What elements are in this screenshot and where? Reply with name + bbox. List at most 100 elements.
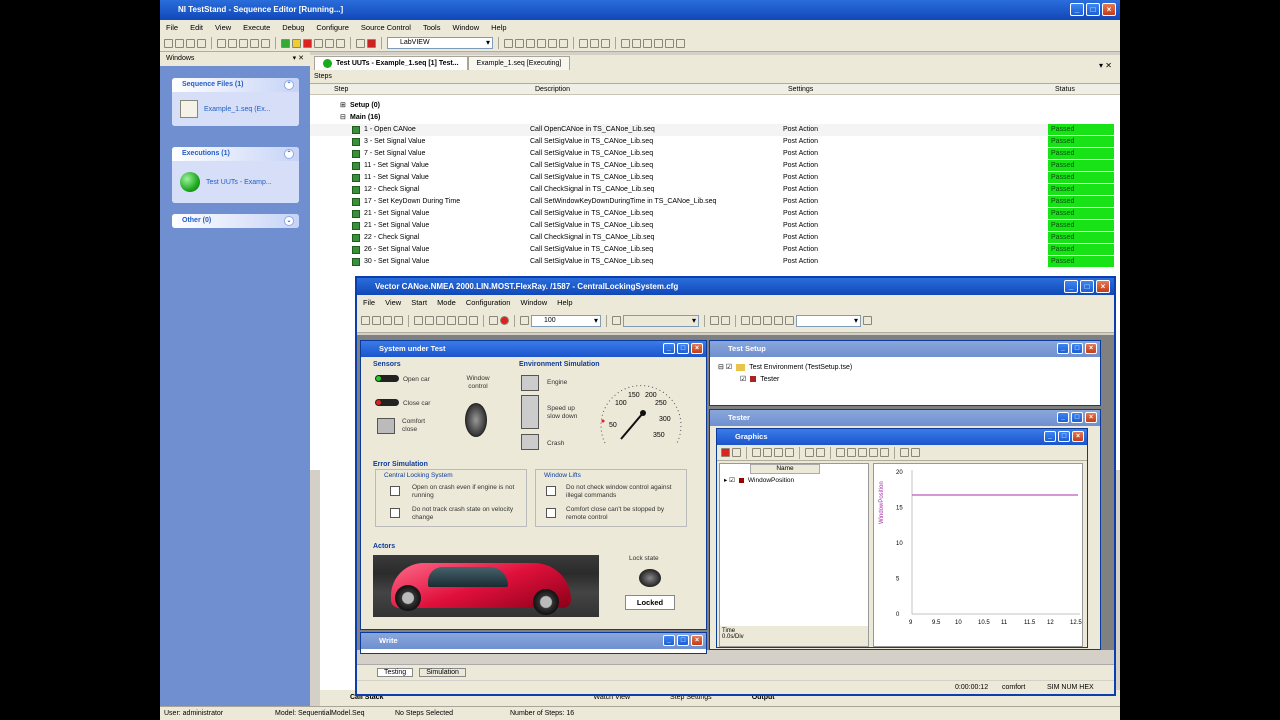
run-icon[interactable] [281,38,290,48]
save-config-icon[interactable] [383,316,392,325]
tester-node[interactable]: ☑ Tester [740,375,779,384]
fit-signal-icon[interactable] [869,448,878,457]
table-row[interactable]: 3 - Set Signal Value Call SetSigValue in … [310,136,1114,148]
engine-button[interactable] [521,375,539,391]
tab-execution[interactable]: Test UUTs - Example_1.seq [1] Test... [314,56,468,70]
open-config-icon[interactable] [372,316,381,325]
graphics-icon[interactable] [458,316,467,325]
sut-maximize-button[interactable]: □ [677,343,689,354]
sequence-file-item[interactable]: Example_1.seq (Ex... [204,106,271,113]
pause-icon[interactable] [292,38,301,48]
start-icon[interactable] [489,316,498,325]
canoe-menu-file[interactable]: File [363,298,375,307]
fit-view-icon[interactable] [880,448,889,457]
font-icon[interactable] [763,316,772,325]
save-all-icon[interactable] [197,38,206,48]
write-minimize-button[interactable]: _ [663,635,675,646]
graphics-close-button[interactable]: × [1072,431,1084,442]
help-icon[interactable] [654,38,663,48]
tester-maximize-button[interactable]: □ [1071,412,1083,423]
undo-icon[interactable] [250,38,259,48]
copy-icon[interactable] [752,316,761,325]
table-row[interactable]: 11 - Set Signal Value Call SetSigValue in… [310,172,1114,184]
stop-graphics-icon[interactable] [721,448,730,457]
test-setup-maximize-button[interactable]: □ [1071,343,1083,354]
test-setup-close-button[interactable]: × [1085,343,1097,354]
opt-crash-state-checkbox[interactable] [390,508,400,518]
step-over-icon[interactable] [325,38,334,48]
test-setup-minimize-button[interactable]: _ [1057,343,1069,354]
minimize-button[interactable]: _ [1070,3,1084,16]
write-maximize-button[interactable]: □ [677,635,689,646]
execution-item[interactable]: Test UUTs - Examp... [206,179,272,186]
search-icon[interactable] [526,38,535,48]
col-description[interactable]: Description [535,84,570,95]
back-icon[interactable] [621,38,630,48]
canoe-menu-help[interactable]: Help [557,298,572,307]
measurement-setup-icon[interactable] [425,316,434,325]
executions-header[interactable]: Executions (1) ⌃ [172,147,299,161]
canoe-menu-window[interactable]: Window [520,298,547,307]
search-select[interactable] [796,314,861,327]
find-icon[interactable] [515,38,524,48]
terminate-icon[interactable] [367,38,376,48]
scale-icon[interactable] [785,448,794,457]
sequence-files-header[interactable]: Sequence Files (1) ⌃ [172,78,299,92]
comfort-close-button[interactable] [377,418,395,434]
key-red-icon[interactable] [375,399,399,406]
tester-minimize-button[interactable]: _ [1057,412,1069,423]
write-close-button[interactable]: × [691,635,703,646]
col-status[interactable]: Status [1055,84,1075,95]
paste-icon[interactable] [239,38,248,48]
menu-tools[interactable]: Tools [423,23,441,32]
col-step[interactable]: Step [334,84,348,95]
copy-icon[interactable] [228,38,237,48]
tab-simulation[interactable]: Simulation [419,668,466,677]
redo-icon[interactable] [261,38,270,48]
cursor-icon[interactable] [900,448,909,457]
menu-file[interactable]: File [166,23,178,32]
step-out-icon[interactable] [336,38,345,48]
simulation-setup-icon[interactable] [414,316,423,325]
sut-close-button[interactable]: × [691,343,703,354]
canoe-minimize-button[interactable]: _ [1064,280,1078,293]
forward-icon[interactable] [632,38,641,48]
key-green-icon[interactable] [375,375,399,382]
table-row[interactable]: 30 - Set Signal Value Call SetSigValue in… [310,256,1114,268]
table-row[interactable]: 21 - Set Signal Value Call SetSigValue in… [310,220,1114,232]
fit-y-icon[interactable] [847,448,856,457]
zoom-out-icon[interactable] [816,448,825,457]
canoe-menu-view[interactable]: View [385,298,401,307]
layout-b-icon[interactable] [763,448,772,457]
tab-close-icon[interactable]: ▾ ✕ [1099,61,1120,70]
tab-testing[interactable]: Testing [377,668,414,677]
menu-help[interactable]: Help [491,23,506,32]
users-icon[interactable] [643,38,652,48]
layout-a-icon[interactable] [752,448,761,457]
menu-configure[interactable]: Configure [316,23,349,32]
crash-button[interactable] [521,434,539,450]
cut-icon[interactable] [217,38,226,48]
zoom-icon[interactable] [520,316,529,325]
table-row[interactable]: 1 - Open CANoe Call OpenCANoe in TS_CANoe… [310,124,1114,136]
pointer-icon[interactable] [665,38,674,48]
network-icon[interactable] [721,316,730,325]
save-icon[interactable] [186,38,195,48]
properties-icon[interactable] [601,38,610,48]
menu-view[interactable]: View [215,23,231,32]
opt-open-on-crash-checkbox[interactable] [390,486,400,496]
opt-comfort-close-checkbox[interactable] [546,508,556,518]
name-column-header[interactable]: Name [750,464,820,474]
new-config-icon[interactable] [361,316,370,325]
stop-measure-icon[interactable] [500,316,509,325]
database-icon[interactable] [548,38,557,48]
find-next-icon[interactable] [863,316,872,325]
signal-mode-icon[interactable] [774,448,783,457]
tester-close-button[interactable]: × [1085,412,1097,423]
list-icon[interactable] [732,448,741,457]
adapter-select[interactable]: LabVIEW [387,37,493,49]
cut-icon[interactable] [741,316,750,325]
step-into-icon[interactable] [314,38,323,48]
canoe-maximize-button[interactable]: □ [1080,280,1094,293]
speed-control[interactable] [521,395,539,429]
